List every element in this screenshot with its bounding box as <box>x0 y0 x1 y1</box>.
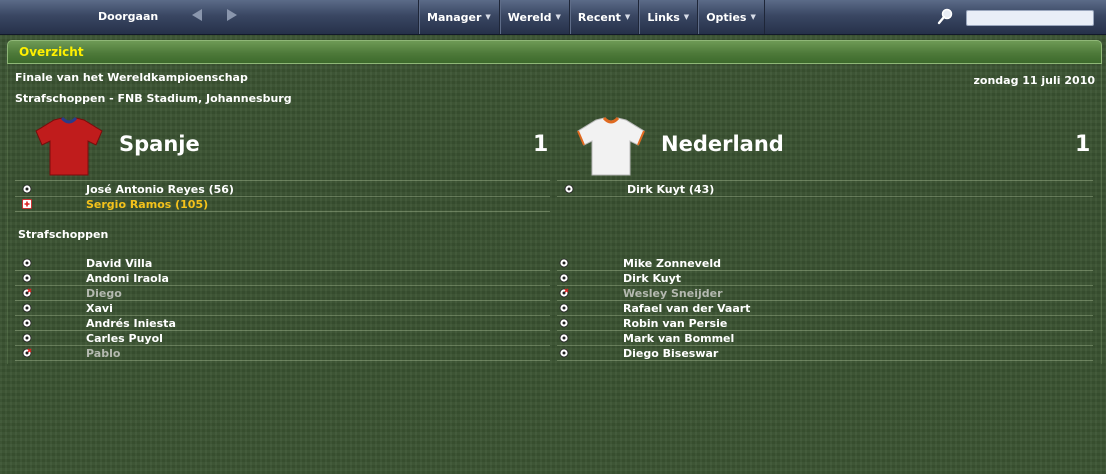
row-divider <box>557 315 1093 316</box>
competition-label: Finale van het Wereldkampioenschap <box>15 71 248 84</box>
player-name: Diego Biseswar <box>623 347 719 360</box>
ball-icon <box>559 333 569 343</box>
player-name: Robin van Persie <box>623 317 728 330</box>
forward-arrow-icon[interactable] <box>227 9 237 21</box>
player-name: Dirk Kuyt <box>623 272 682 285</box>
continue-button[interactable]: Doorgaan <box>98 10 158 23</box>
row-divider <box>557 345 1093 346</box>
back-arrow-icon[interactable] <box>192 9 202 21</box>
player-name: Mike Zonneveld <box>623 257 721 270</box>
ball-icon-missed <box>22 288 32 298</box>
menu-wereld[interactable]: Wereld ▼ <box>498 0 569 34</box>
ball-icon <box>22 303 32 313</box>
row-divider <box>15 270 550 271</box>
row-divider <box>557 330 1093 331</box>
player-name: Carles Puyol <box>86 332 163 345</box>
ball-icon <box>22 273 32 283</box>
player-name: Dirk Kuyt (43) <box>627 183 715 196</box>
row-divider <box>557 285 1093 286</box>
menu-manager-label: Manager <box>427 10 482 24</box>
search-icon[interactable] <box>936 8 954 26</box>
ball-icon <box>564 184 574 194</box>
section-header: Overzicht <box>7 40 1102 64</box>
row-divider <box>557 300 1093 301</box>
ball-icon <box>22 184 32 194</box>
menu-links[interactable]: Links ▼ <box>638 0 697 34</box>
section-title: Overzicht <box>19 45 84 59</box>
row-divider <box>557 196 1093 197</box>
home-team-name[interactable]: Spanje <box>119 132 200 156</box>
player-name: Pablo <box>86 347 121 360</box>
ball-icon <box>559 258 569 268</box>
player-name: Rafael van der Vaart <box>623 302 751 315</box>
ball-icon-missed <box>559 288 569 298</box>
menu-wereld-label: Wereld <box>507 10 552 24</box>
row-divider <box>15 360 550 361</box>
player-name: Andoni Iraola <box>86 272 169 285</box>
row-divider <box>15 285 550 286</box>
top-bar: Doorgaan Manager ▼ Wereld ▼ Recent ▼ Links ▼… <box>0 0 1106 35</box>
injury-icon <box>22 199 32 209</box>
menu-manager[interactable]: Manager ▼ <box>418 0 499 34</box>
penalties-heading: Strafschoppen <box>18 228 109 241</box>
row-divider <box>557 270 1093 271</box>
player-name: Sergio Ramos (105) <box>86 198 209 211</box>
player-name: Mark van Bommel <box>623 332 735 345</box>
menu-links-label: Links <box>647 10 680 24</box>
row-divider <box>15 315 550 316</box>
row-divider <box>15 300 550 301</box>
ball-icon-missed <box>22 348 32 358</box>
away-shirt-icon <box>577 117 645 176</box>
caret-down-icon: ▼ <box>624 13 631 21</box>
row-divider <box>15 211 550 212</box>
player-name: Diego <box>86 287 122 300</box>
search-input[interactable] <box>966 10 1094 26</box>
ball-icon <box>22 258 32 268</box>
ball-icon <box>559 273 569 283</box>
menu-recent-label: Recent <box>577 10 621 24</box>
menu-recent[interactable]: Recent ▼ <box>568 0 638 34</box>
player-name: David Villa <box>86 257 153 270</box>
row-divider <box>15 196 550 197</box>
menu-opties[interactable]: Opties ▼ <box>697 0 765 34</box>
player-name: Xavi <box>86 302 113 315</box>
caret-down-icon: ▼ <box>683 13 690 21</box>
venue-label: Strafschoppen - FNB Stadium, Johannesbur… <box>15 92 292 105</box>
ball-icon <box>559 348 569 358</box>
ball-icon <box>22 318 32 328</box>
away-team-name[interactable]: Nederland <box>661 132 784 156</box>
row-divider <box>15 345 550 346</box>
ball-icon <box>559 318 569 328</box>
caret-down-icon: ▼ <box>750 13 756 21</box>
player-name: José Antonio Reyes (56) <box>86 183 234 196</box>
caret-down-icon: ▼ <box>555 13 561 21</box>
divider <box>557 180 1093 181</box>
ball-icon <box>22 333 32 343</box>
caret-down-icon: ▼ <box>485 13 491 21</box>
menu-opties-label: Opties <box>706 10 747 24</box>
home-score: 1 <box>533 132 549 157</box>
match-date: zondag 11 juli 2010 <box>973 74 1095 87</box>
home-shirt-icon <box>35 117 103 176</box>
ball-icon <box>559 303 569 313</box>
row-divider <box>557 360 1093 361</box>
row-divider <box>15 330 550 331</box>
player-name: Andrés Iniesta <box>86 317 176 330</box>
player-name: Wesley Sneijder <box>623 287 723 300</box>
divider <box>15 180 550 181</box>
main-menu: Manager ▼ Wereld ▼ Recent ▼ Links ▼ Opties ▼ <box>418 0 765 34</box>
away-score: 1 <box>1075 132 1091 157</box>
